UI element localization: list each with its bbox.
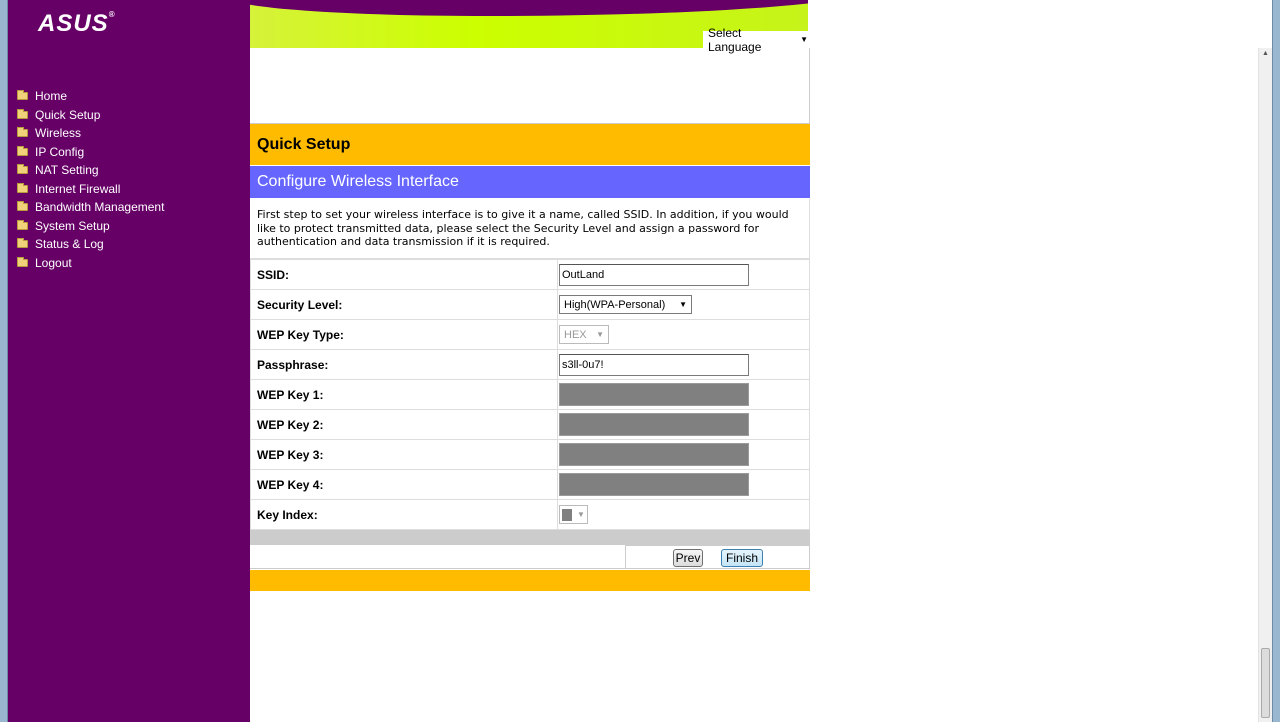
sidebar-item-label: System Setup <box>35 218 110 233</box>
wep-key-type-label: WEP Key Type: <box>250 319 558 350</box>
section-subtitle: Configure Wireless Interface <box>250 166 810 199</box>
prev-button[interactable]: Prev <box>673 549 703 567</box>
window-right-border <box>1272 0 1280 722</box>
language-select[interactable]: Select Language ▼ <box>703 26 808 54</box>
wep-key-type-value: HEX <box>564 328 587 341</box>
sidebar-item-label: Quick Setup <box>35 107 101 122</box>
form-row-wep-key-type: WEP Key Type: HEX ▼ <box>250 319 810 350</box>
sidebar-item-label: Wireless <box>35 126 82 141</box>
sidebar-item-label: Internet Firewall <box>35 181 121 196</box>
sidebar-item-home[interactable]: Home <box>17 87 164 106</box>
page-title: Quick Setup <box>250 124 810 166</box>
sidebar-item-nat-setting[interactable]: NAT Setting <box>17 161 164 180</box>
scroll-up-arrow-icon[interactable]: ▲ <box>1262 50 1269 57</box>
sidebar-item-wireless[interactable]: Wireless <box>17 124 164 143</box>
wep-key-4-label: WEP Key 4: <box>250 469 558 500</box>
passphrase-label: Passphrase: <box>250 349 558 380</box>
wep-key-1-label: WEP Key 1: <box>250 379 558 410</box>
sidebar-item-label: IP Config <box>35 144 85 159</box>
key-index-select: ▼ <box>559 505 588 524</box>
finish-button[interactable]: Finish <box>721 549 763 567</box>
wep-key-1-field <box>559 383 749 406</box>
asus-logo: ASUS® <box>38 10 116 37</box>
sidebar-item-logout[interactable]: Logout <box>17 254 164 273</box>
sidebar-item-bandwidth-management[interactable]: Bandwidth Management <box>17 198 164 217</box>
button-cell: Prev Finish <box>625 545 810 569</box>
vertical-scrollbar[interactable]: ▲ <box>1258 48 1272 722</box>
folder-icon <box>17 182 28 193</box>
form-footer-strip <box>250 530 810 545</box>
main-content: Quick Setup Configure Wireless Interface… <box>250 48 810 591</box>
passphrase-input[interactable] <box>559 353 749 376</box>
ssid-input[interactable] <box>559 263 749 286</box>
wep-key-3-label: WEP Key 3: <box>250 439 558 470</box>
bottom-bar <box>250 570 810 591</box>
form-row-security-level: Security Level: High(WPA-Personal) ▼ <box>250 289 810 320</box>
form-row-wep-key-2: WEP Key 2: <box>250 409 810 440</box>
sidebar-item-internet-firewall[interactable]: Internet Firewall <box>17 180 164 199</box>
chevron-down-icon: ▼ <box>800 35 808 44</box>
folder-icon <box>17 201 28 212</box>
form-row-wep-key-4: WEP Key 4: <box>250 469 810 500</box>
chevron-down-icon: ▼ <box>679 300 687 309</box>
wep-key-type-select: HEX ▼ <box>559 325 609 344</box>
banner-swoosh <box>250 0 808 16</box>
sidebar-item-system-setup[interactable]: System Setup <box>17 217 164 236</box>
section-description: First step to set your wireless interfac… <box>250 199 810 259</box>
button-row: Prev Finish <box>250 545 810 569</box>
folder-icon <box>17 164 28 175</box>
security-level-value: High(WPA-Personal) <box>564 298 666 311</box>
chevron-down-icon: ▼ <box>596 330 604 339</box>
sidebar-item-ip-config[interactable]: IP Config <box>17 143 164 162</box>
key-index-value-block <box>562 508 572 521</box>
form-row-wep-key-1: WEP Key 1: <box>250 379 810 410</box>
window-left-border <box>0 0 8 722</box>
sidebar-item-label: NAT Setting <box>35 163 99 178</box>
wep-key-2-field <box>559 413 749 436</box>
wep-key-2-label: WEP Key 2: <box>250 409 558 440</box>
folder-icon <box>17 219 28 230</box>
key-index-label: Key Index: <box>250 499 558 530</box>
sidebar-item-label: Logout <box>35 255 72 270</box>
ssid-label: SSID: <box>250 259 558 290</box>
sidebar-item-quick-setup[interactable]: Quick Setup <box>17 106 164 125</box>
folder-icon <box>17 90 28 101</box>
security-level-select[interactable]: High(WPA-Personal) ▼ <box>559 295 692 314</box>
form-row-ssid: SSID: <box>250 259 810 290</box>
wep-key-4-field <box>559 473 749 496</box>
content-spacer <box>250 48 810 124</box>
folder-icon <box>17 127 28 138</box>
sidebar-item-status-log[interactable]: Status & Log <box>17 235 164 254</box>
sidebar: ASUS® Home Quick Setup Wireless IP Confi… <box>8 0 250 722</box>
security-level-label: Security Level: <box>250 289 558 320</box>
sidebar-item-label: Status & Log <box>35 237 104 252</box>
folder-icon <box>17 238 28 249</box>
chevron-down-icon: ▼ <box>577 510 585 519</box>
folder-icon <box>17 108 28 119</box>
folder-icon <box>17 256 28 267</box>
form-row-passphrase: Passphrase: <box>250 349 810 380</box>
sidebar-item-label: Home <box>35 89 68 104</box>
scrollbar-thumb[interactable] <box>1261 648 1270 718</box>
form-row-wep-key-3: WEP Key 3: <box>250 439 810 470</box>
folder-icon <box>17 145 28 156</box>
wireless-form: SSID: Security Level: High(WPA-Personal)… <box>250 259 810 530</box>
sidebar-item-label: Bandwidth Management <box>35 200 165 215</box>
wep-key-3-field <box>559 443 749 466</box>
form-row-key-index: Key Index: ▼ <box>250 499 810 530</box>
sidebar-nav: Home Quick Setup Wireless IP Config NAT … <box>17 87 164 272</box>
